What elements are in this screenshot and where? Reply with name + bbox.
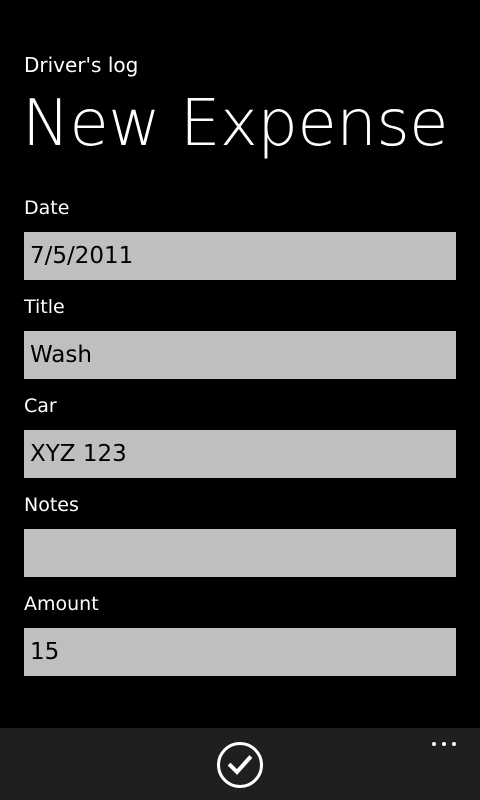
car-label: Car bbox=[24, 395, 57, 417]
car-field[interactable] bbox=[24, 430, 456, 478]
date-field[interactable] bbox=[24, 232, 456, 280]
title-label: Title bbox=[24, 296, 65, 318]
amount-label: Amount bbox=[24, 593, 99, 615]
app-title: Driver's log bbox=[24, 53, 139, 77]
notes-label: Notes bbox=[24, 494, 79, 516]
check-circle-icon bbox=[217, 742, 263, 788]
app-bar bbox=[0, 728, 480, 800]
title-field[interactable] bbox=[24, 331, 456, 379]
save-button[interactable] bbox=[216, 741, 264, 789]
amount-field[interactable] bbox=[24, 628, 456, 676]
more-options-button[interactable] bbox=[424, 732, 464, 756]
date-label: Date bbox=[24, 197, 70, 219]
page-title: New Expense bbox=[22, 87, 449, 161]
notes-field[interactable] bbox=[24, 529, 456, 577]
